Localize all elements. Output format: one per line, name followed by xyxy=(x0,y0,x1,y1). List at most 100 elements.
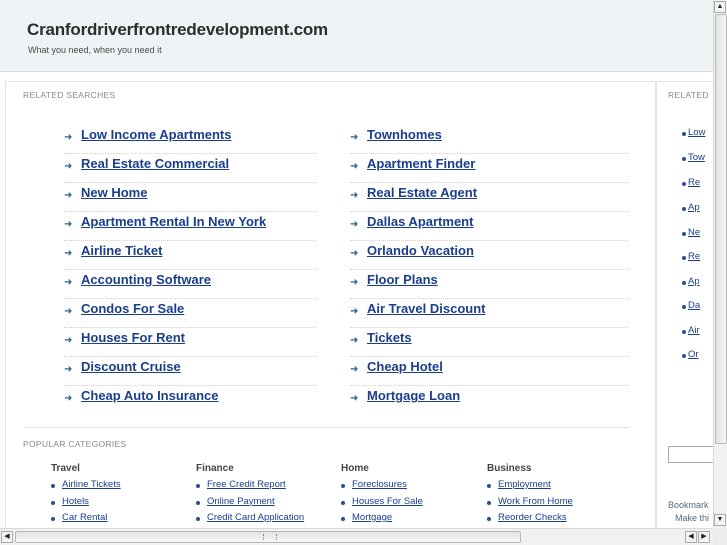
bullet-icon xyxy=(682,354,686,358)
sidebar-link[interactable]: Air xyxy=(688,325,700,336)
related-search-row: ➜ New Home xyxy=(64,183,316,212)
category-link[interactable]: Airline Tickets xyxy=(62,479,121,490)
category-link[interactable]: Houses For Sale xyxy=(352,496,423,507)
sidebar-link[interactable]: Ap xyxy=(688,202,700,213)
related-search-link[interactable]: Accounting Software xyxy=(81,272,211,287)
related-search-row: ➜ Air Travel Discount xyxy=(350,299,628,328)
related-search-link[interactable]: Condos For Sale xyxy=(81,301,184,316)
scroll-up-arrow-icon[interactable]: ▲ xyxy=(714,1,726,13)
category-column-finance: Finance Free Credit Report Online Paymen… xyxy=(196,463,304,529)
related-search-link[interactable]: Real Estate Agent xyxy=(367,185,477,200)
scroll-right-arrow-icon[interactable]: ▶ xyxy=(698,531,710,543)
bullet-icon xyxy=(487,484,491,488)
scroll-left-arrow-icon[interactable]: ◀ xyxy=(1,531,13,543)
sidebar-link[interactable]: Ap xyxy=(688,276,700,287)
sidebar-link[interactable]: Ne xyxy=(688,227,700,238)
bullet-icon xyxy=(682,281,686,285)
make-homepage-text[interactable]: Make thi xyxy=(675,513,709,523)
sidebar-link[interactable]: Or xyxy=(688,349,699,360)
related-search-link[interactable]: Real Estate Commercial xyxy=(81,156,229,171)
arrow-right-icon: ➜ xyxy=(64,190,73,201)
vertical-scroll-thumb[interactable] xyxy=(715,14,727,444)
related-search-link[interactable]: Discount Cruise xyxy=(81,359,181,374)
vertical-scrollbar[interactable]: ▲ ▼ xyxy=(713,0,727,528)
related-search-link[interactable]: Cheap Hotel xyxy=(367,359,443,374)
sidebar-link-item: Re xyxy=(682,251,700,262)
arrow-right-icon: ➜ xyxy=(64,248,73,259)
category-link[interactable]: Mortgage xyxy=(352,512,392,523)
related-search-link[interactable]: Houses For Rent xyxy=(81,330,185,345)
category-item: Reorder Checks xyxy=(487,512,567,529)
related-search-link[interactable]: Cheap Auto Insurance xyxy=(81,388,218,403)
bullet-icon xyxy=(682,157,686,161)
bullet-icon xyxy=(341,517,345,521)
category-link[interactable]: Hotels xyxy=(62,496,89,507)
category-link[interactable]: Foreclosures xyxy=(352,479,407,490)
bookmark-text[interactable]: Bookmark xyxy=(668,500,709,510)
sidebar-link-item: Re xyxy=(682,177,700,188)
sidebar-link[interactable]: Low xyxy=(688,127,705,138)
sidebar-search-input[interactable] xyxy=(668,446,713,463)
scroll-left-arrow-icon[interactable]: ◀ xyxy=(685,531,697,543)
bullet-icon xyxy=(196,500,200,505)
related-search-row: ➜ Houses For Rent xyxy=(64,328,316,357)
sidebar-link[interactable]: Tow xyxy=(688,152,705,163)
related-search-link[interactable]: Apartment Rental In New York xyxy=(81,214,266,229)
category-link[interactable]: Credit Card Application xyxy=(207,512,304,523)
arrow-right-icon: ➜ xyxy=(350,393,359,404)
sidebar-link-item: Ap xyxy=(682,276,700,287)
related-search-row: ➜ Cheap Hotel xyxy=(350,357,628,386)
category-link[interactable]: Car Rental xyxy=(62,512,107,523)
bullet-icon xyxy=(196,484,200,488)
site-header: Cranfordriverfrontredevelopment.com What… xyxy=(0,0,713,72)
bullet-icon xyxy=(682,132,686,136)
sidebar-link[interactable]: Da xyxy=(688,300,700,311)
related-search-row: ➜ Low Income Apartments xyxy=(64,125,316,154)
category-column-travel: Travel Airline Tickets Hotels Car Rental xyxy=(51,463,121,529)
category-link[interactable]: Online Payment xyxy=(207,496,275,507)
category-title: Travel xyxy=(51,463,80,474)
arrow-right-icon: ➜ xyxy=(350,306,359,317)
sidebar-link[interactable]: Re xyxy=(688,177,700,188)
related-searches-heading: RELATED SEARCHES xyxy=(23,90,116,100)
scrollbar-corner xyxy=(713,528,727,545)
related-search-link[interactable]: Low Income Apartments xyxy=(81,127,231,142)
related-search-link[interactable]: New Home xyxy=(81,185,147,200)
category-link[interactable]: Free Credit Report xyxy=(207,479,286,490)
related-searches-left-column: ➜ Low Income Apartments ➜ Real Estate Comm… xyxy=(64,125,316,415)
category-title: Home xyxy=(341,463,369,474)
arrow-right-icon: ➜ xyxy=(350,335,359,346)
related-search-link[interactable]: Dallas Apartment xyxy=(367,214,473,229)
bullet-icon xyxy=(487,517,491,521)
arrow-right-icon: ➜ xyxy=(350,277,359,288)
category-link[interactable]: Work From Home xyxy=(498,496,573,507)
arrow-right-icon: ➜ xyxy=(350,190,359,201)
arrow-right-icon: ➜ xyxy=(350,219,359,230)
related-search-link[interactable]: Floor Plans xyxy=(367,272,438,287)
related-search-link[interactable]: Townhomes xyxy=(367,127,442,142)
related-search-link[interactable]: Mortgage Loan xyxy=(367,388,460,403)
related-search-link[interactable]: Orlando Vacation xyxy=(367,243,474,258)
horizontal-scroll-thumb[interactable] xyxy=(15,531,521,543)
category-link[interactable]: Reorder Checks xyxy=(498,512,567,523)
bullet-icon xyxy=(341,500,345,505)
related-search-row: ➜ Tickets xyxy=(350,328,628,357)
category-item: Houses For Sale xyxy=(341,496,423,513)
related-search-row: ➜ Real Estate Agent xyxy=(350,183,628,212)
main-content: RELATED SEARCHES ➜ Low Income Apartments … xyxy=(5,81,656,541)
sidebar-link-item: Tow xyxy=(682,152,705,163)
related-search-link[interactable]: Apartment Finder xyxy=(367,156,475,171)
bullet-icon xyxy=(682,256,686,260)
sidebar-link-item: Or xyxy=(682,349,699,360)
related-search-link[interactable]: Airline Ticket xyxy=(81,243,162,258)
category-item: Mortgage xyxy=(341,512,392,529)
category-link[interactable]: Employment xyxy=(498,479,551,490)
bullet-icon xyxy=(682,182,686,186)
bullet-icon xyxy=(51,484,55,488)
sidebar-link[interactable]: Re xyxy=(688,251,700,262)
category-item: Car Rental xyxy=(51,512,107,529)
horizontal-scrollbar[interactable]: ◀ ◀ ▶ xyxy=(0,528,713,545)
related-search-link[interactable]: Air Travel Discount xyxy=(367,301,485,316)
related-search-link[interactable]: Tickets xyxy=(367,330,412,345)
scroll-down-arrow-icon[interactable]: ▼ xyxy=(714,514,726,526)
